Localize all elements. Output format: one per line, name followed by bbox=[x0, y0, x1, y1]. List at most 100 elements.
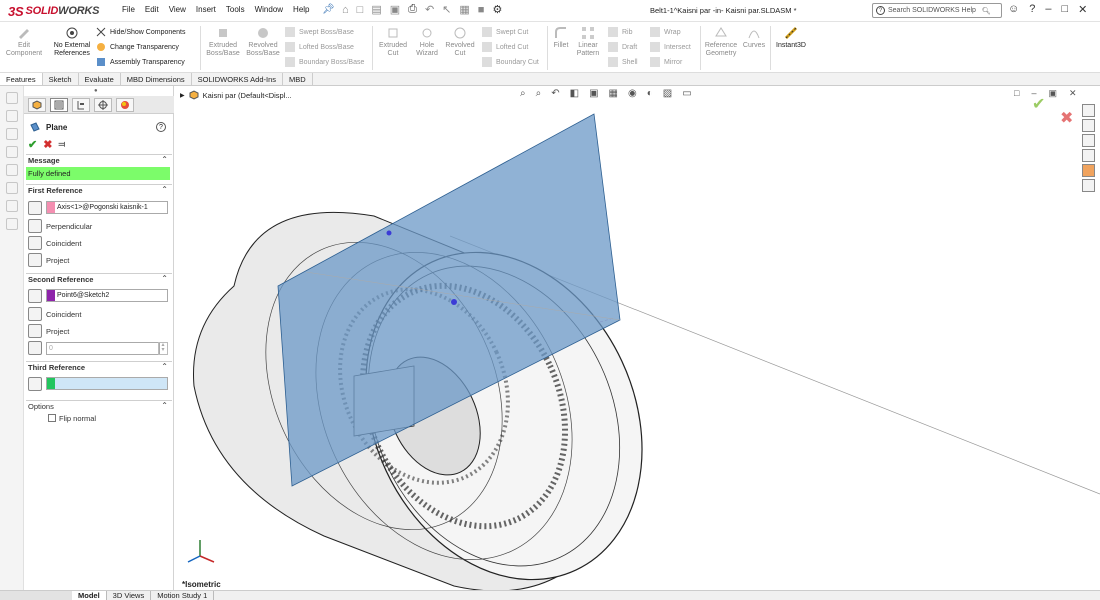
open-folder-icon[interactable]: ▤ bbox=[371, 3, 381, 16]
options-gear-icon[interactable]: ⚙ bbox=[492, 3, 502, 16]
change-transparency-button[interactable]: Change Transparency bbox=[96, 42, 179, 52]
extruded-cut-button[interactable]: Extruded Cut bbox=[374, 26, 412, 58]
boundary-boss-button[interactable]: Boundary Boss/Base bbox=[285, 57, 364, 67]
close-icon[interactable]: ✕ bbox=[1078, 3, 1087, 16]
hide-show-components-button[interactable]: Hide/Show Components bbox=[96, 27, 186, 37]
swept-boss-button[interactable]: Swept Boss/Base bbox=[285, 27, 354, 37]
custom-properties-icon[interactable] bbox=[1082, 179, 1095, 192]
search-icon[interactable]: 🔍︎ bbox=[982, 7, 991, 15]
cancel-x-icon[interactable]: ✖ bbox=[43, 138, 52, 151]
revolved-cut-button[interactable]: Revolved Cut bbox=[442, 26, 478, 58]
strip-button[interactable] bbox=[6, 218, 18, 230]
help-icon[interactable]: ? bbox=[156, 122, 166, 132]
third-reference-field[interactable] bbox=[46, 377, 168, 390]
zoom-to-area-icon[interactable]: ⌕ bbox=[536, 88, 542, 99]
sketch-point-selected[interactable] bbox=[451, 299, 457, 305]
project-option[interactable]: Project bbox=[46, 256, 69, 265]
coincident-option[interactable]: Coincident bbox=[46, 239, 81, 248]
collapse-chevron-icon[interactable]: ⌃ bbox=[161, 274, 168, 283]
graphics-area[interactable]: ▶ Kaisni par (Default<Displ... ⌕ ⌕ ↶ ◧ ▣… bbox=[174, 86, 1100, 590]
spinner-icon[interactable]: ▴ ▾ bbox=[158, 342, 168, 355]
zoom-to-fit-icon[interactable]: ⌕ bbox=[520, 88, 526, 99]
lofted-cut-button[interactable]: Lofted Cut bbox=[482, 42, 528, 52]
user-icon[interactable]: ☺ bbox=[1008, 3, 1019, 16]
collapse-chevron-icon[interactable]: ⌃ bbox=[161, 155, 168, 164]
menu-help[interactable]: Help bbox=[293, 5, 309, 14]
strip-button[interactable] bbox=[6, 164, 18, 176]
new-document-icon[interactable]: □ bbox=[357, 4, 364, 16]
boundary-cut-button[interactable]: Boundary Cut bbox=[482, 57, 539, 67]
print-icon[interactable]: ⎙ bbox=[408, 3, 417, 16]
fillet-button[interactable]: Fillet bbox=[548, 26, 574, 50]
tab-sketch[interactable]: Sketch bbox=[43, 73, 79, 85]
select-icon[interactable]: ↖ bbox=[442, 3, 451, 16]
panel-grip-icon[interactable]: ● bbox=[94, 88, 102, 94]
options-header[interactable]: Options ⌃ bbox=[26, 400, 172, 412]
flip-normal-label[interactable]: Flip normal bbox=[59, 414, 96, 423]
coincident-icon[interactable] bbox=[28, 307, 42, 321]
shell-button[interactable]: Shell bbox=[608, 57, 638, 67]
feature-tree-flyout[interactable]: ▶ Kaisni par (Default<Displ... bbox=[180, 90, 292, 100]
solidworks-logo[interactable]: 3S SOLID WORKS bbox=[8, 2, 100, 20]
first-reference-header[interactable]: First Reference ⌃ bbox=[26, 184, 172, 196]
offset-distance-input[interactable]: 0 bbox=[46, 342, 160, 355]
coincident-option[interactable]: Coincident bbox=[46, 310, 81, 319]
property-manager-tab[interactable] bbox=[50, 97, 68, 112]
help-menu-icon[interactable]: ? bbox=[1029, 3, 1035, 16]
help-search-box[interactable]: ? Search SOLIDWORKS Help 🔍︎ bbox=[872, 3, 1002, 18]
strip-button[interactable] bbox=[6, 92, 18, 104]
tab-solidworks-add-ins[interactable]: SOLIDWORKS Add-Ins bbox=[192, 73, 284, 85]
coincident-icon[interactable] bbox=[28, 236, 42, 250]
view-palette-icon[interactable] bbox=[1082, 149, 1095, 162]
tab-mbd-dimensions[interactable]: MBD Dimensions bbox=[121, 73, 192, 85]
pin-icon[interactable]: 📌︎ bbox=[322, 4, 335, 15]
strip-button[interactable] bbox=[6, 182, 18, 194]
scene-icon[interactable]: ▨ bbox=[663, 88, 672, 99]
menu-window[interactable]: Window bbox=[255, 5, 283, 14]
mirror-button[interactable]: Mirror bbox=[650, 57, 682, 67]
undo-icon[interactable]: ↶ bbox=[425, 3, 434, 16]
reference-geometry-button[interactable]: Reference Geometry bbox=[702, 26, 740, 58]
tab-motion-study-1[interactable]: Motion Study 1 bbox=[151, 591, 215, 600]
pushpin-icon[interactable]: ⫤ bbox=[58, 139, 65, 150]
menu-view[interactable]: View bbox=[169, 5, 186, 14]
edit-component-button[interactable]: Edit Component bbox=[4, 26, 44, 58]
collapse-chevron-icon[interactable]: ⌃ bbox=[161, 185, 168, 194]
solidworks-resources-icon[interactable] bbox=[1082, 104, 1095, 117]
menu-insert[interactable]: Insert bbox=[196, 5, 216, 14]
hole-wizard-button[interactable]: Hole Wizard bbox=[410, 26, 444, 58]
strip-button[interactable] bbox=[6, 146, 18, 158]
tab-model[interactable]: Model bbox=[72, 591, 107, 600]
view-settings-icon[interactable]: ▭ bbox=[682, 88, 691, 99]
second-reference-header[interactable]: Second Reference ⌃ bbox=[26, 273, 172, 285]
tab-evaluate[interactable]: Evaluate bbox=[79, 73, 121, 85]
assembly-transparency-button[interactable]: Assembly Transparency bbox=[96, 57, 185, 67]
expand-arrow-icon[interactable]: ▶ bbox=[180, 92, 185, 99]
design-library-icon[interactable] bbox=[1082, 119, 1095, 132]
perpendicular-option[interactable]: Perpendicular bbox=[46, 222, 92, 231]
dimxpert-manager-tab[interactable] bbox=[94, 97, 112, 112]
viewport-maximize-icon[interactable]: ▣ bbox=[1048, 88, 1057, 99]
tab-3d-views[interactable]: 3D Views bbox=[107, 591, 152, 600]
extruded-boss-button[interactable]: Extruded Boss/Base bbox=[203, 26, 243, 58]
menu-file[interactable]: File bbox=[122, 5, 135, 14]
view-orientation-icon[interactable]: ▣ bbox=[589, 88, 598, 99]
project-option[interactable]: Project bbox=[46, 327, 69, 336]
appearances-icon[interactable] bbox=[1082, 164, 1095, 177]
confirmation-ok-icon[interactable]: ✔ bbox=[1032, 94, 1045, 114]
lofted-boss-button[interactable]: Lofted Boss/Base bbox=[285, 42, 354, 52]
no-external-references-button[interactable]: No External References bbox=[50, 26, 94, 58]
strip-button[interactable] bbox=[6, 200, 18, 212]
previous-view-icon[interactable]: ↶ bbox=[551, 88, 559, 99]
edit-appearance-icon[interactable]: ◐ bbox=[647, 88, 653, 99]
project-icon[interactable] bbox=[28, 324, 42, 338]
configuration-manager-tab[interactable] bbox=[72, 97, 90, 112]
collapse-chevron-icon[interactable]: ⌃ bbox=[161, 401, 168, 410]
collapse-chevron-icon[interactable]: ⌃ bbox=[161, 362, 168, 371]
hide-show-items-icon[interactable]: ◉ bbox=[628, 88, 637, 99]
wrap-button[interactable]: Wrap bbox=[650, 27, 681, 37]
ok-checkmark-icon[interactable]: ✔ bbox=[28, 138, 37, 151]
third-reference-header[interactable]: Third Reference ⌃ bbox=[26, 361, 172, 373]
minimize-icon[interactable]: – bbox=[1045, 3, 1051, 16]
intersect-button[interactable]: Intersect bbox=[650, 42, 691, 52]
